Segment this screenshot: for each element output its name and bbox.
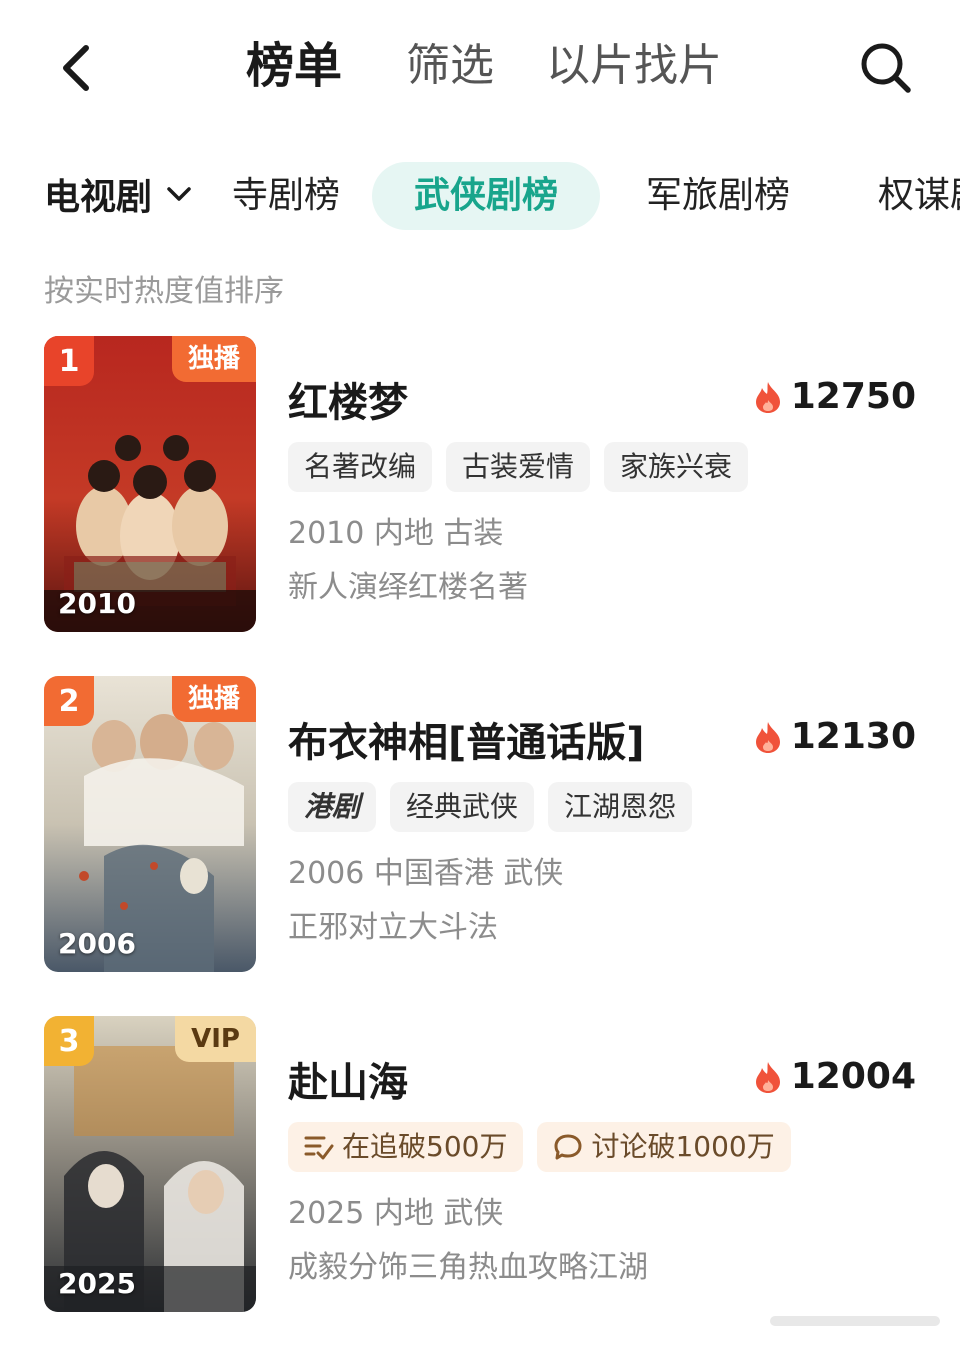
poster-year: 2025 bbox=[58, 1267, 136, 1300]
show-description: 正邪对立大斗法 bbox=[288, 910, 498, 945]
tag-list: 港剧 经典武侠 江湖恩怨 bbox=[288, 782, 693, 832]
trending-list-icon bbox=[304, 1133, 334, 1161]
category-pill-wuxia[interactable]: 武侠剧榜 bbox=[372, 162, 601, 230]
flame-icon bbox=[753, 380, 783, 414]
following-tag-label: 在追破500万 bbox=[342, 1130, 508, 1163]
list-item[interactable]: 1 独播 2010 红楼梦 12750 名著改编 古装爱情 家族兴衰 2010 … bbox=[0, 336, 960, 636]
search-icon bbox=[861, 43, 911, 93]
tag[interactable]: 港剧 bbox=[288, 782, 377, 832]
tag[interactable]: 家族兴衰 bbox=[604, 442, 749, 492]
tag[interactable]: 江湖恩怨 bbox=[548, 782, 693, 832]
tag[interactable]: 名著改编 bbox=[288, 442, 433, 492]
following-tag[interactable]: 在追破500万 bbox=[288, 1122, 524, 1172]
category-dropdown-label: 电视剧 bbox=[44, 177, 153, 218]
flame-icon bbox=[753, 720, 783, 754]
discussion-tag-label: 讨论破1000万 bbox=[591, 1130, 775, 1163]
category-dropdown[interactable]: 电视剧 bbox=[44, 166, 192, 222]
show-meta: 2025 内地 武侠 bbox=[288, 1196, 504, 1231]
show-meta: 2006 中国香港 武侠 bbox=[288, 856, 564, 891]
rank-badge: 2 bbox=[44, 676, 94, 726]
show-title[interactable]: 赴山海 bbox=[288, 1050, 408, 1108]
comment-bubble-icon bbox=[553, 1133, 583, 1161]
tag-list: 名著改编 古装爱情 家族兴衰 bbox=[288, 442, 749, 492]
show-meta: 2010 内地 古装 bbox=[288, 516, 504, 551]
sort-label: 按实时热度值排序 bbox=[44, 274, 284, 309]
tab-filter[interactable]: 筛选 bbox=[406, 38, 494, 94]
poster-image[interactable]: 3 VIP 2025 bbox=[44, 1016, 256, 1312]
exclusive-tag: 独播 bbox=[171, 676, 256, 722]
tag[interactable]: 古装爱情 bbox=[446, 442, 591, 492]
heat-value: 12004 bbox=[790, 1056, 916, 1097]
rank-badge: 3 bbox=[44, 1016, 94, 1066]
category-pill-partial[interactable]: 寺剧榜 bbox=[232, 162, 340, 230]
category-pill-military[interactable]: 军旅剧榜 bbox=[646, 162, 790, 230]
show-description: 新人演绎红楼名著 bbox=[288, 570, 528, 605]
category-row: 电视剧 寺剧榜 武侠剧榜 军旅剧榜 权谋剧 bbox=[0, 152, 960, 236]
search-button[interactable] bbox=[856, 38, 916, 98]
chevron-left-icon bbox=[63, 45, 89, 91]
show-title[interactable]: 布衣神相[普通话版] bbox=[288, 710, 645, 768]
back-button[interactable] bbox=[50, 40, 100, 96]
discussion-tag[interactable]: 讨论破1000万 bbox=[537, 1122, 791, 1172]
poster-year: 2010 bbox=[58, 587, 136, 620]
heat-value: 12750 bbox=[790, 376, 916, 417]
tab-find-by-clip[interactable]: 以片找片 bbox=[546, 38, 722, 94]
heat-score: 12750 bbox=[753, 376, 916, 417]
vip-tag: VIP bbox=[175, 1016, 256, 1062]
list-item[interactable]: 2 独播 2006 布衣神相[普通话版] 12130 港剧 经典武侠 江湖恩怨 … bbox=[0, 676, 960, 976]
chevron-down-icon bbox=[166, 185, 192, 203]
tag-list: 在追破500万 讨论破1000万 bbox=[288, 1122, 791, 1172]
category-pill-power[interactable]: 权谋剧 bbox=[878, 162, 960, 230]
rank-badge: 1 bbox=[44, 336, 94, 386]
show-description: 成毅分饰三角热血攻略江湖 bbox=[288, 1250, 648, 1285]
list-item[interactable]: 3 VIP 2025 赴山海 12004 在追破500万 讨论破1000万 20… bbox=[0, 1016, 960, 1316]
flame-icon bbox=[753, 1060, 783, 1094]
home-indicator[interactable] bbox=[770, 1316, 940, 1326]
heat-value: 12130 bbox=[790, 716, 916, 757]
exclusive-tag: 独播 bbox=[171, 336, 256, 382]
top-bar: 榜单 筛选 以片找片 bbox=[0, 0, 960, 130]
tag[interactable]: 经典武侠 bbox=[390, 782, 535, 832]
tab-rankings[interactable]: 榜单 bbox=[246, 38, 342, 94]
heat-score: 12130 bbox=[753, 716, 916, 757]
poster-image[interactable]: 1 独播 2010 bbox=[44, 336, 256, 632]
poster-year: 2006 bbox=[58, 927, 136, 960]
heat-score: 12004 bbox=[753, 1056, 916, 1097]
show-title[interactable]: 红楼梦 bbox=[288, 370, 408, 428]
poster-image[interactable]: 2 独播 2006 bbox=[44, 676, 256, 972]
